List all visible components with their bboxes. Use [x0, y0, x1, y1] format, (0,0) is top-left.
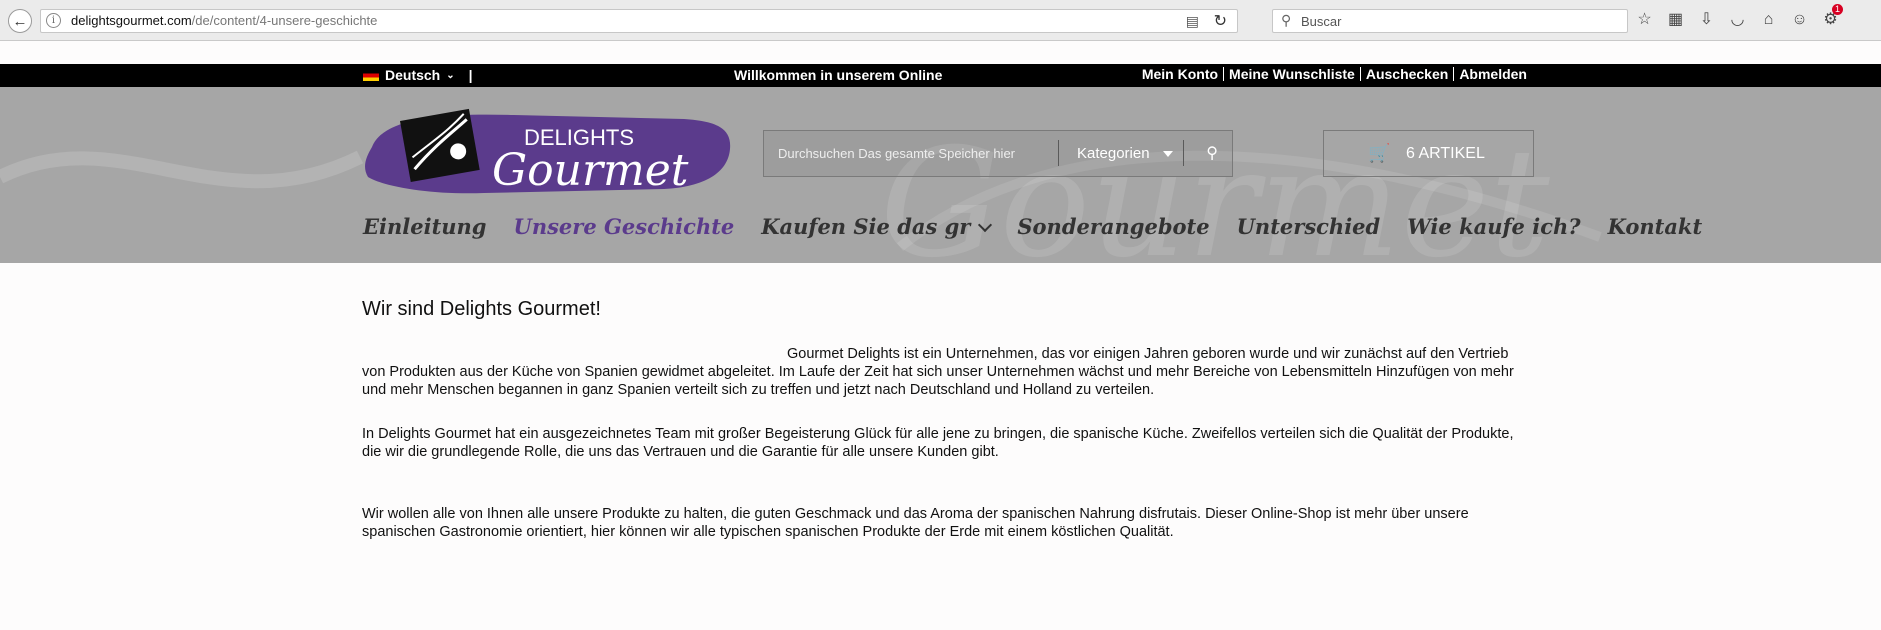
home-icon[interactable]: ⌂	[1758, 10, 1779, 30]
nav-label: Unsere Geschichte	[513, 214, 735, 239]
nav-label: Sonderangebote	[1017, 214, 1210, 239]
site-header: Gourmet DELIGHTS Gourmet Durchsuchen Das…	[0, 87, 1881, 263]
cart-button[interactable]: 🛒 6 ARTIKEL	[1323, 130, 1534, 177]
back-button[interactable]: ←	[8, 9, 32, 33]
site-info-icon[interactable]: i	[46, 13, 61, 28]
page-content: Wir sind Delights Gourmet! Gourmet Delig…	[362, 298, 1532, 541]
store-search[interactable]: Durchsuchen Das gesamte Speicher hier Ka…	[763, 130, 1233, 177]
nav-label: Kontakt	[1607, 214, 1703, 239]
categories-label: Kategorien	[1077, 145, 1150, 162]
nav-item-kaufen[interactable]: Kaufen Sie das gr	[761, 214, 993, 239]
cart-icon: 🛒	[1368, 143, 1391, 163]
logout-link[interactable]: Abmelden	[1453, 67, 1532, 81]
nav-item-wie-kaufe-ich[interactable]: Wie kaufe ich?	[1407, 214, 1580, 239]
chat-icon[interactable]: ☺	[1789, 10, 1810, 30]
nav-item-einleitung[interactable]: Einleitung	[363, 214, 487, 239]
search-submit-icon[interactable]: ⚲	[1206, 143, 1218, 163]
nav-item-unsere-geschichte[interactable]: Unsere Geschichte	[514, 214, 735, 239]
url-domain: delightsgourmet.com	[71, 13, 192, 28]
notification-badge: 1	[1832, 4, 1843, 15]
delights-gourmet-logo[interactable]: DELIGHTS Gourmet	[364, 107, 734, 201]
reload-icon[interactable]: ↻	[1214, 11, 1227, 31]
browser-search-field[interactable]: ⚲ Buscar	[1272, 9, 1628, 33]
paragraph-team: In Delights Gourmet hat ein ausgezeichne…	[362, 426, 1514, 460]
url-text[interactable]: delightsgourmet.com/de/content/4-unsere-…	[71, 13, 377, 28]
url-path: /de/content/4-unsere-geschichte	[191, 13, 378, 28]
nav-label: Einleitung	[363, 214, 487, 239]
address-bar[interactable]: i delightsgourmet.com/de/content/4-unser…	[40, 9, 1238, 33]
paragraph-shop: Wir wollen alle von Ihnen alle unsere Pr…	[362, 506, 1469, 540]
top-bar: Deutsch ⌄ | Willkommen in unserem Online…	[0, 64, 1881, 87]
reader-view-icon[interactable]: ▤	[1186, 13, 1199, 30]
divider: |	[468, 67, 473, 83]
cart-count-label: 6 ARTIKEL	[1406, 145, 1485, 162]
checkout-link[interactable]: Auschecken	[1359, 67, 1453, 81]
extension-icon[interactable]: ⚙ 1	[1820, 4, 1843, 30]
logo-gourmet-text: Gourmet	[492, 145, 689, 196]
wishlist-link[interactable]: Meine Wunschliste	[1223, 67, 1360, 81]
chevron-down-icon	[978, 217, 993, 232]
nav-item-sonderangebote[interactable]: Sonderangebote	[1017, 214, 1209, 239]
search-placeholder[interactable]: Durchsuchen Das gesamte Speicher hier	[778, 146, 1015, 161]
my-account-link[interactable]: Mein Konto	[1137, 67, 1223, 81]
caret-down-icon	[1163, 151, 1173, 157]
nav-label: Unterschied	[1236, 214, 1381, 239]
library-icon[interactable]: ▦	[1665, 10, 1686, 30]
nav-label: Wie kaufe ich?	[1407, 214, 1581, 239]
download-icon[interactable]: ⇩	[1696, 10, 1717, 30]
browser-search-placeholder: Buscar	[1301, 14, 1342, 29]
nav-label: Kaufen Sie das gr	[761, 214, 971, 239]
account-links: Mein Konto Meine Wunschliste Auschecken …	[1137, 67, 1532, 81]
nav-item-unterschied[interactable]: Unterschied	[1237, 214, 1381, 239]
language-selector[interactable]: Deutsch ⌄ |	[363, 67, 473, 83]
browser-toolbar: ← i delightsgourmet.com/de/content/4-uns…	[0, 0, 1881, 41]
language-label: Deutsch	[385, 67, 441, 83]
nav-item-kontakt[interactable]: Kontakt	[1608, 214, 1703, 239]
german-flag-icon	[363, 69, 379, 81]
categories-dropdown[interactable]: Kategorien	[1058, 140, 1184, 166]
paragraph-intro: Gourmet Delights ist ein Unternehmen, da…	[362, 346, 1514, 398]
main-nav: Einleitung Unsere Geschichte Kaufen Sie …	[363, 214, 1729, 239]
bookmark-star-icon[interactable]: ☆	[1634, 10, 1655, 30]
search-icon: ⚲	[1281, 12, 1292, 28]
chevron-down-icon: ⌄	[446, 69, 455, 81]
welcome-text: Willkommen in unserem Online	[734, 67, 943, 83]
page-title: Wir sind Delights Gourmet!	[362, 298, 601, 320]
pocket-icon[interactable]: ◡	[1727, 10, 1748, 30]
